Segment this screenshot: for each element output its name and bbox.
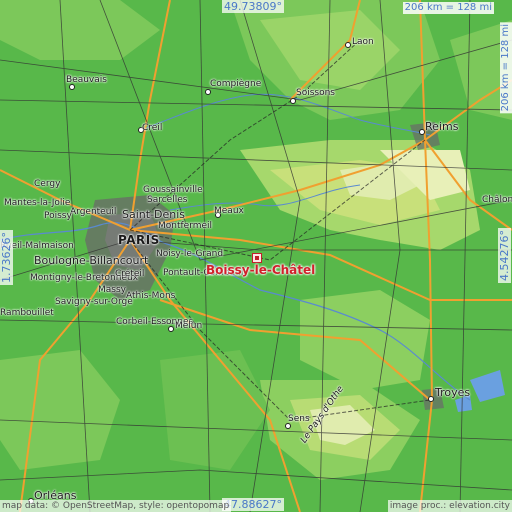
- city-label-reims: Reims: [425, 120, 459, 133]
- scale-vertical: 206 km = 128 mi: [500, 22, 512, 114]
- city-dot: [168, 326, 174, 332]
- coord-left: 1.73626°: [0, 230, 13, 285]
- city-dot: [428, 396, 434, 402]
- city-label-sens: Sens: [288, 414, 310, 424]
- marker-label: Boissy-le-Châtel: [206, 263, 316, 277]
- location-marker-icon[interactable]: [252, 253, 262, 263]
- city-label-paris: PARIS: [118, 233, 160, 247]
- city-label-poissy: Poissy: [44, 211, 72, 221]
- attribution-image-proc[interactable]: image proc.: elevation.city: [387, 500, 512, 512]
- city-label-beauvais: Beauvais: [66, 75, 107, 85]
- city-label-mantes-la-jolie: Mantes-la-Jolie: [4, 198, 71, 208]
- city-dot: [290, 98, 296, 104]
- attribution-map-data[interactable]: map data: © OpenStreetMap, style: opento…: [0, 500, 232, 512]
- city-label-massy: Massy: [98, 285, 126, 295]
- coord-top: 49.73809°: [222, 0, 284, 13]
- city-label-argenteuil: Argenteuil: [70, 207, 117, 217]
- city-label-creil: Creil: [142, 123, 163, 133]
- city-dot: [205, 89, 211, 95]
- city-label-meaux: Meaux: [214, 206, 244, 216]
- city-label-chalons-en-champagne: Châlons-en-Champagne: [482, 195, 512, 205]
- city-label-montfermeil: Montfermeil: [158, 221, 213, 231]
- city-label-soissons: Soissons: [296, 88, 335, 98]
- city-label-boulogne-billancourt: Boulogne-Billancourt: [34, 254, 149, 267]
- city-label-athis-mons: Athis-Mons: [126, 291, 176, 301]
- city-label-noisy-le-grand: Noisy-le-Grand: [156, 249, 224, 259]
- city-label-saint-denis: Saint-Denis: [122, 208, 186, 221]
- city-label-creteil: Créteil: [115, 269, 145, 279]
- map-view[interactable]: Laon Beauvais Compiègne Soissons Reims C…: [0, 0, 512, 512]
- coord-right: 4.54276°: [498, 228, 511, 283]
- city-label-sarcelles: Sarcelles: [147, 195, 188, 205]
- city-label-troyes: Troyes: [435, 386, 471, 399]
- city-label-rambouillet: Rambouillet: [0, 308, 54, 318]
- city-label-savigny-sur-orge: Savigny-sur-Orge: [55, 297, 133, 307]
- city-label-compiegne: Compiègne: [210, 79, 262, 89]
- city-label-melun: Melun: [175, 321, 203, 331]
- scale-horizontal: 206 km = 128 mi: [402, 2, 494, 14]
- coord-bottom: 47.88627°: [222, 498, 284, 511]
- city-label-laon: Laon: [352, 37, 374, 47]
- city-label-cergy: Cergy: [34, 179, 61, 189]
- city-label-goussainville: Goussainville: [143, 185, 203, 195]
- city-dot: [345, 42, 351, 48]
